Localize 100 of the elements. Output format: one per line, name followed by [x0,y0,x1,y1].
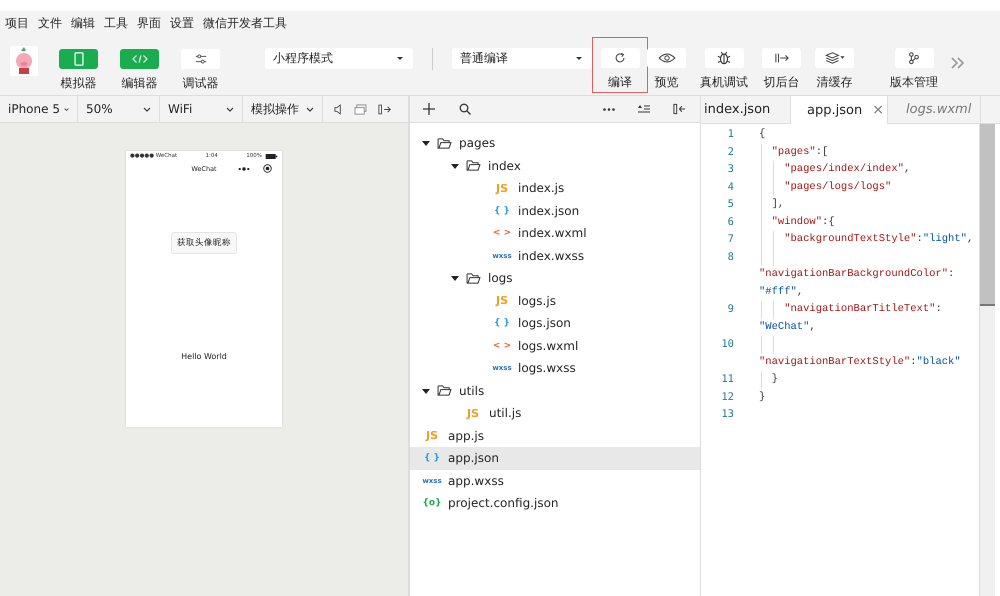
code-text: "navigationBarTextStyle":"black" [759,356,961,368]
file-name: logs.wxss [518,361,576,376]
file-name: app.wxss [448,474,504,488]
scrollbar-thumb[interactable] [980,124,995,306]
speaker-icon[interactable] [334,104,343,114]
add-icon[interactable] [423,103,435,115]
sort-icon[interactable] [637,104,651,114]
file-name: project.config.json [448,496,559,510]
chevron-down-icon [226,106,234,112]
chevron-down-icon [143,106,151,112]
more-dots-icon[interactable] [238,167,250,171]
file-name: index.js [518,181,564,196]
tree-item[interactable]: { } index.json [410,200,700,222]
line-number: 6 [726,214,734,230]
folder-icon [466,160,481,172]
toolbar-button[interactable]: 编译 [592,37,648,93]
tree-item[interactable]: JS logs.js [410,290,700,312]
file-type-icon: {o} [422,498,442,508]
toolbar-button[interactable]: 切后台 [761,37,802,93]
compile-select[interactable]: 普通编译 [452,48,592,69]
code-text: "backgroundTextStyle":"light", [783,233,974,245]
code-text: { [759,128,766,140]
file-name: logs.js [518,294,556,308]
toolbar-select[interactable]: 模拟操作 [243,96,323,122]
file-type-icon: JS [492,294,512,308]
folder-icon [437,138,452,149]
line-number: 8 [726,250,734,264]
layers-caret-icon [824,51,846,65]
toolbar-button[interactable]: 调试器 [180,46,221,93]
editor-tab[interactable]: logs.wxml [888,96,981,123]
line-number: 13 [720,407,734,422]
line-number: 12 [720,390,734,404]
menu-item[interactable]: 文件 [38,14,62,32]
windows-icon[interactable] [354,104,367,114]
close-icon[interactable]: × [872,102,884,118]
toolbar-button[interactable]: 真机调试 [699,37,749,93]
caret-down-icon[interactable] [422,386,430,395]
line-number: 10 [720,337,734,352]
file-name: index.wxss [518,248,584,263]
file-type-icon: < > [492,228,512,238]
toolbar-select[interactable]: 50% [78,96,160,122]
tree-item[interactable]: index [410,154,700,177]
file-name: app.js [448,428,484,443]
tree-item[interactable]: JS app.js [410,424,700,447]
menu-item[interactable]: 工具 [104,14,128,32]
collapse-icon[interactable] [673,103,686,115]
toolbar-button[interactable]: 版本管理 [889,37,939,93]
file-type-icon: < > [492,340,512,351]
tree-item[interactable]: { } logs.json [410,312,700,334]
toolbar-button[interactable]: 编辑器 [119,46,160,93]
tree-item[interactable]: pages [410,132,700,154]
line-number: 1 [726,127,734,142]
detach-icon[interactable] [378,104,392,114]
tree-item[interactable]: JS util.js [410,402,700,424]
battery-icon [264,154,278,158]
menu-item[interactable]: 项目 [5,14,29,32]
get-profile-button[interactable]: 获取头像昵称 [171,232,237,254]
tree-item[interactable]: {o} project.config.json [410,492,700,514]
code-text: "pages":[ [770,146,828,158]
toolbar-select[interactable]: iPhone 5 [0,96,78,122]
eye-icon [656,51,678,65]
line-number: 11 [720,372,734,387]
chevron-down-icon [64,106,69,112]
more-icon[interactable] [603,108,615,110]
tree-item[interactable]: < > logs.wxml [410,334,700,357]
menu-item[interactable]: 设置 [170,14,194,32]
file-type-icon: JS [422,429,442,442]
file-name: index.json [518,204,580,218]
file-type-icon: { } [492,206,512,216]
file-name: app.json [448,451,499,466]
search-icon[interactable] [459,103,471,115]
caret-down-icon[interactable] [422,139,430,148]
editor-tab[interactable]: app.json × [791,96,888,124]
tree-item[interactable]: JS index.js [410,177,700,200]
folder-icon [466,272,481,284]
file-type-icon: { } [422,453,442,464]
tree-item[interactable]: utils [410,380,700,402]
mode-select[interactable]: 小程序模式 [265,48,413,69]
toolbar-button[interactable]: 模拟器 [58,46,99,93]
caret-down-icon[interactable] [451,274,459,282]
tree-item[interactable]: < > index.wxml [410,222,700,244]
file-name: logs.wxml [518,338,578,353]
line-number: 2 [726,144,734,160]
tree-item[interactable]: { } app.json [410,447,700,470]
toolbar-select[interactable]: WiFi [160,96,243,122]
file-name: logs [488,271,513,286]
toolbar-button[interactable]: 预览 [646,37,687,93]
toolbar-button[interactable]: 清缓存 [814,37,855,93]
line-number: 3 [726,162,734,177]
chevron-down-icon [306,106,314,112]
code-text: "#fff", [759,286,804,298]
target-icon[interactable] [263,164,272,173]
menu-item[interactable]: 界面 [137,14,161,32]
tree-item[interactable]: logs [410,267,700,290]
avatar-icon[interactable] [10,46,38,76]
file-name: pages [459,136,496,150]
caret-down-icon[interactable] [451,162,459,170]
code-text: } [759,390,766,402]
menu-item[interactable]: 编辑 [71,14,95,32]
menu-item[interactable]: 微信开发者工具 [203,14,287,32]
